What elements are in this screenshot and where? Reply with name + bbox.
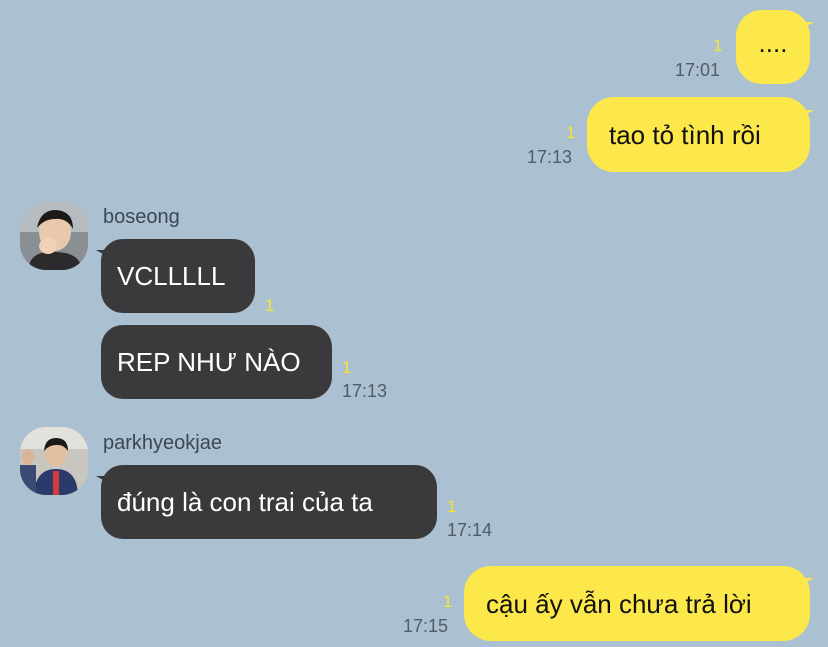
unread-count: 1 [342,358,352,377]
bubble-tail [96,250,110,258]
bubble-tail [800,578,814,586]
message-timestamp: 17:13 [527,147,573,167]
message-timestamp: 17:13 [342,381,388,401]
my-message-bubble[interactable]: cậu ấy vẫn chưa trả lời [464,566,810,641]
unread-count: 1 [713,36,723,55]
message-text: đúng là con trai của ta [117,487,373,517]
avatar[interactable] [20,427,88,495]
message-text: tao tỏ tình rồi [609,119,761,150]
sender-name: boseong [103,206,180,228]
avatar-photo-icon [20,202,88,270]
bubble-tail [800,22,814,30]
bubble-tail [800,110,814,118]
message-timestamp: 17:14 [447,520,493,540]
message-text: .... [758,28,788,58]
message-timestamp: 17:01 [675,60,721,80]
message-text: cậu ấy vẫn chưa trả lời [486,588,752,619]
sender-name: parkhyeokjae [103,432,222,454]
bubble-tail [96,476,110,484]
my-message-bubble[interactable]: .... [736,10,810,84]
unread-count: 1 [447,497,457,516]
their-message-bubble[interactable]: REP NHƯ NÀO [101,325,332,399]
avatar-photo-icon [20,427,88,495]
unread-count: 1 [443,592,453,611]
my-message-bubble[interactable]: tao tỏ tình rồi [587,97,810,172]
message-text: VCLLLLL [117,261,226,291]
unread-count: 1 [566,123,576,142]
their-message-bubble[interactable]: đúng là con trai của ta [101,465,437,539]
avatar[interactable] [20,202,88,270]
unread-count: 1 [265,296,275,315]
message-text: REP NHƯ NÀO [117,347,301,377]
their-message-bubble[interactable]: VCLLLLL [101,239,255,313]
message-timestamp: 17:15 [403,616,449,636]
